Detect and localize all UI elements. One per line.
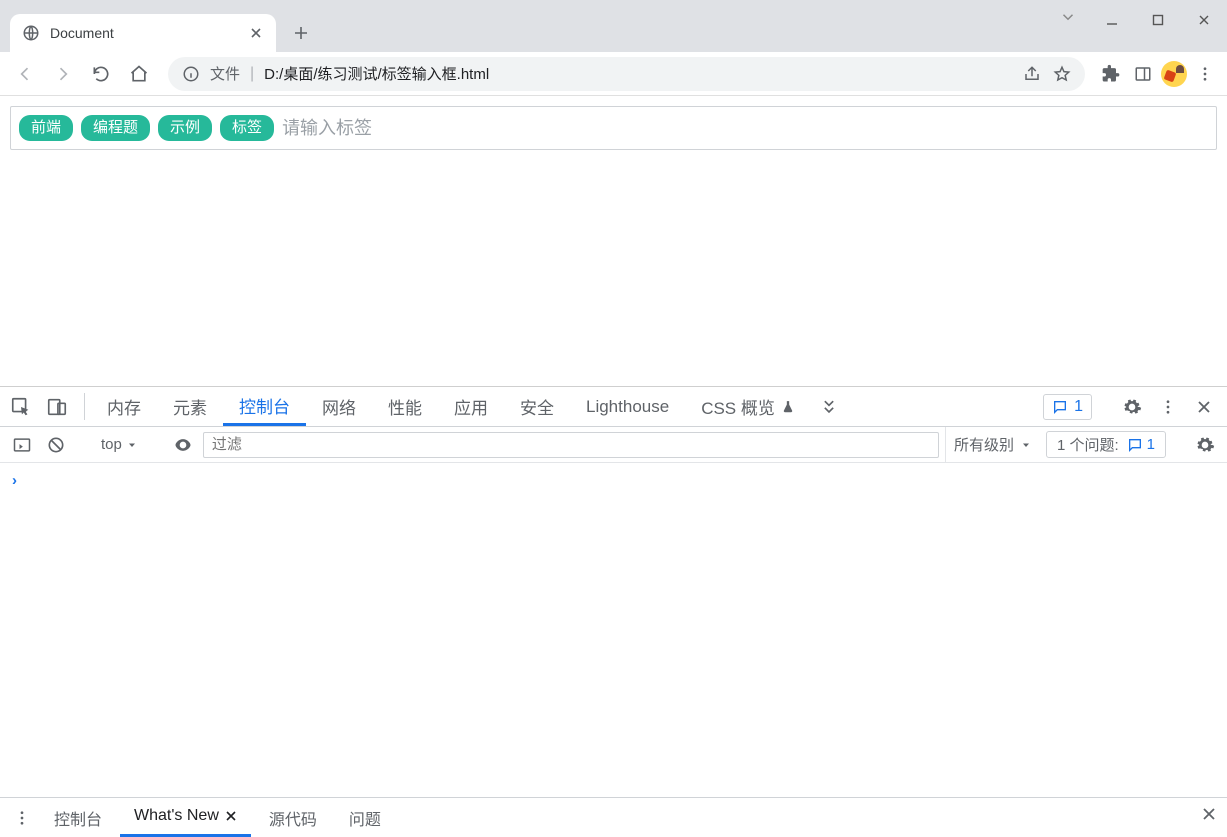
close-window-button[interactable] <box>1181 0 1227 40</box>
side-panel-button[interactable] <box>1129 60 1157 88</box>
issues-button[interactable]: 1 个问题: 1 <box>1046 431 1166 458</box>
drawer-tab-sources[interactable]: 源代码 <box>255 798 331 837</box>
address-path: D:/桌面/练习测试/标签输入框.html <box>264 63 1013 84</box>
console-filter-input[interactable] <box>204 433 938 457</box>
bookmark-star-icon[interactable] <box>1053 65 1071 83</box>
home-button[interactable] <box>122 57 156 91</box>
drawer-tab-issues[interactable]: 问题 <box>335 798 395 837</box>
tag-chip[interactable]: 前端 <box>19 115 73 141</box>
back-button[interactable] <box>8 57 42 91</box>
issues-label: 1 个问题: <box>1057 434 1119 455</box>
new-tab-button[interactable] <box>286 18 316 48</box>
drawer-tab-console[interactable]: 控制台 <box>40 798 116 837</box>
browser-tab[interactable]: Document <box>10 14 276 52</box>
drawer-tab-whatsnew[interactable]: What's New <box>120 798 251 837</box>
console-output[interactable]: › <box>0 463 1227 797</box>
devtools-close-icon[interactable] <box>1189 392 1219 422</box>
tag-text-input[interactable] <box>282 118 1208 139</box>
devtools-drawer: 控制台 What's New 源代码 问题 <box>0 797 1227 837</box>
maximize-button[interactable] <box>1135 0 1181 40</box>
forward-button[interactable] <box>46 57 80 91</box>
device-toolbar-icon[interactable] <box>42 392 72 422</box>
profile-avatar[interactable] <box>1161 61 1187 87</box>
devtools-tabs: 内存 元素 控制台 网络 性能 应用 安全 Lighthouse CSS 概览 <box>91 387 811 426</box>
devtools-settings-icon[interactable] <box>1117 392 1147 422</box>
close-icon[interactable] <box>225 810 237 822</box>
tab-console[interactable]: 控制台 <box>223 387 306 426</box>
devtools-tabbar: 内存 元素 控制台 网络 性能 应用 安全 Lighthouse CSS 概览 … <box>0 387 1227 427</box>
share-icon[interactable] <box>1023 65 1041 83</box>
console-sidebar-toggle-icon[interactable] <box>8 431 36 459</box>
tab-title: Document <box>50 25 238 41</box>
address-protocol: 文件 <box>210 63 240 84</box>
address-bar[interactable]: 文件 | D:/桌面/练习测试/标签输入框.html <box>168 57 1085 91</box>
console-toolbar: top 所有级别 1 个问题: 1 <box>0 427 1227 463</box>
tab-lighthouse[interactable]: Lighthouse <box>570 387 685 426</box>
live-expression-icon[interactable] <box>169 431 197 459</box>
issues-count: 1 <box>1147 436 1155 453</box>
tab-css-overview[interactable]: CSS 概览 <box>685 387 811 426</box>
more-tabs-button[interactable] <box>811 387 847 426</box>
address-separator: | <box>250 65 254 83</box>
tag-chip[interactable]: 示例 <box>158 115 212 141</box>
tag-chip[interactable]: 标签 <box>220 115 274 141</box>
hidden-count: 1 <box>1074 398 1083 416</box>
devtools-panel: 内存 元素 控制台 网络 性能 应用 安全 Lighthouse CSS 概览 … <box>0 386 1227 837</box>
flask-icon <box>781 400 795 414</box>
clear-console-icon[interactable] <box>42 431 70 459</box>
close-tab-icon[interactable] <box>248 25 264 41</box>
info-icon[interactable] <box>182 65 200 83</box>
window-controls <box>1089 0 1227 40</box>
window-titlebar: Document <box>0 0 1227 52</box>
console-prompt-icon: › <box>12 472 17 489</box>
console-settings-icon[interactable] <box>1191 431 1219 459</box>
tag-chip[interactable]: 编程题 <box>81 115 150 141</box>
reload-button[interactable] <box>84 57 118 91</box>
context-selector[interactable]: top <box>95 434 144 455</box>
minimize-button[interactable] <box>1089 0 1135 40</box>
tag-input-box[interactable]: 前端 编程题 示例 标签 <box>10 106 1217 150</box>
tab-memory[interactable]: 内存 <box>91 387 157 426</box>
tab-application[interactable]: 应用 <box>438 387 504 426</box>
tab-network[interactable]: 网络 <box>306 387 372 426</box>
tab-elements[interactable]: 元素 <box>157 387 223 426</box>
extensions-button[interactable] <box>1097 60 1125 88</box>
tab-performance[interactable]: 性能 <box>372 387 438 426</box>
inspect-element-icon[interactable] <box>6 392 36 422</box>
browser-menu-button[interactable] <box>1191 60 1219 88</box>
devtools-menu-icon[interactable] <box>1153 392 1183 422</box>
hidden-messages-badge[interactable]: 1 <box>1043 394 1092 420</box>
drawer-menu-icon[interactable] <box>8 804 36 832</box>
log-levels-selector[interactable]: 所有级别 <box>945 427 1040 462</box>
tab-security[interactable]: 安全 <box>504 387 570 426</box>
chevron-down-icon[interactable] <box>1059 8 1077 26</box>
drawer-close-icon[interactable] <box>1201 806 1217 822</box>
page-content: 前端 编程题 示例 标签 <box>0 96 1227 386</box>
globe-icon <box>22 24 40 42</box>
console-filter[interactable] <box>203 432 939 458</box>
browser-toolbar: 文件 | D:/桌面/练习测试/标签输入框.html <box>0 52 1227 96</box>
